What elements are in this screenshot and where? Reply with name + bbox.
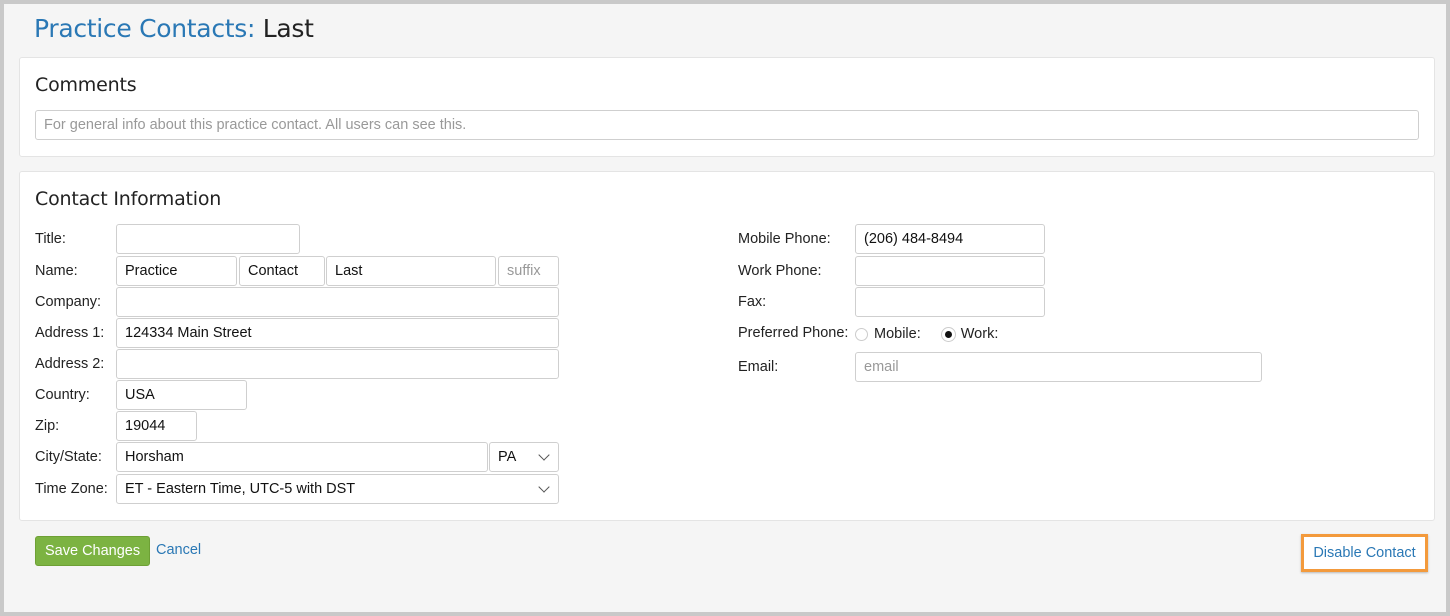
- company-label: Company:: [35, 294, 102, 310]
- city-input[interactable]: [116, 442, 488, 472]
- preferred-phone-options: Mobile: Work:: [855, 326, 998, 342]
- suffix-input[interactable]: [498, 256, 559, 286]
- company-input[interactable]: [116, 287, 559, 317]
- address2-input[interactable]: [116, 349, 559, 379]
- comments-panel: Comments: [19, 57, 1435, 157]
- preferred-phone-work-label: Work:: [960, 326, 999, 342]
- name-label: Name:: [35, 263, 78, 279]
- chevron-down-icon: [538, 449, 550, 461]
- preferred-phone-mobile-radio[interactable]: [855, 327, 868, 341]
- time-zone-label: Time Zone:: [35, 481, 108, 497]
- work-phone-input[interactable]: [855, 256, 1045, 286]
- state-select-value: PA: [498, 449, 517, 465]
- work-phone-label: Work Phone:: [738, 263, 822, 279]
- preferred-phone-label: Preferred Phone:: [738, 325, 849, 341]
- preferred-phone-work-radio[interactable]: [941, 327, 955, 341]
- contact-information-panel: Contact Information Title: Name: Company…: [19, 171, 1435, 521]
- title-label: Title:: [35, 231, 66, 247]
- fax-label: Fax:: [738, 294, 767, 310]
- email-input[interactable]: [855, 352, 1262, 382]
- country-label: Country:: [35, 387, 90, 403]
- cancel-link[interactable]: Cancel: [156, 542, 201, 558]
- page-title-section: Practice Contacts:: [34, 14, 256, 43]
- page-title-contact-name: Last: [262, 14, 314, 43]
- address1-label: Address 1:: [35, 325, 105, 341]
- fax-input[interactable]: [855, 287, 1045, 317]
- last-name-input[interactable]: [326, 256, 496, 286]
- page-frame: Practice Contacts: Last Comments Contact…: [4, 4, 1446, 612]
- email-label: Email:: [738, 359, 779, 375]
- disable-contact-link[interactable]: Disable Contact: [1313, 545, 1415, 561]
- middle-name-input[interactable]: [239, 256, 325, 286]
- page-title: Practice Contacts: Last: [34, 14, 314, 43]
- city-state-label: City/State:: [35, 449, 102, 465]
- time-zone-select-value: ET - Eastern Time, UTC-5 with DST: [125, 481, 356, 497]
- comments-input[interactable]: [35, 110, 1419, 140]
- title-input[interactable]: [116, 224, 300, 254]
- disable-contact-highlight: Disable Contact: [1301, 534, 1428, 572]
- comments-heading: Comments: [35, 74, 137, 96]
- zip-input[interactable]: [116, 411, 197, 441]
- country-input[interactable]: [116, 380, 247, 410]
- state-select[interactable]: PA: [489, 442, 559, 472]
- mobile-phone-input[interactable]: [855, 224, 1045, 254]
- preferred-phone-mobile-label: Mobile:: [874, 326, 921, 342]
- mobile-phone-label: Mobile Phone:: [738, 231, 831, 247]
- address1-input[interactable]: [116, 318, 559, 348]
- chevron-down-icon: [538, 481, 550, 493]
- contact-information-heading: Contact Information: [35, 188, 222, 210]
- address2-label: Address 2:: [35, 356, 105, 372]
- zip-label: Zip:: [35, 418, 60, 434]
- first-name-input[interactable]: [116, 256, 237, 286]
- save-changes-button[interactable]: Save Changes: [35, 536, 151, 566]
- time-zone-select[interactable]: ET - Eastern Time, UTC-5 with DST: [116, 474, 559, 504]
